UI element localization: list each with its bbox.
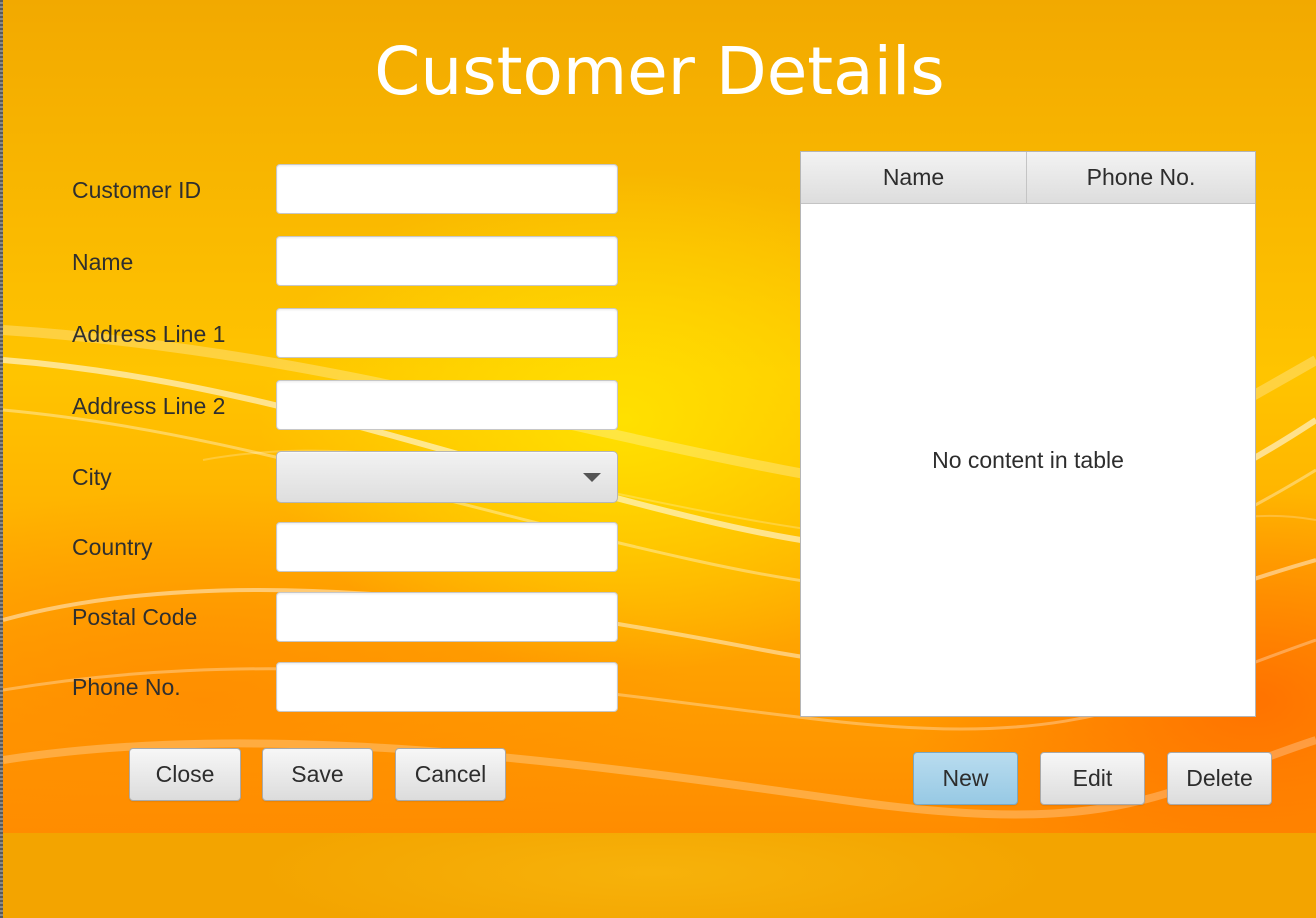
name-field[interactable] <box>276 236 618 286</box>
customer-id-label: Customer ID <box>72 177 202 203</box>
chevron-down-icon[interactable] <box>583 473 601 482</box>
column-header-name[interactable]: Name <box>801 152 1027 203</box>
customer-id-field[interactable] <box>276 164 618 214</box>
address-line-1-label: Address Line 1 <box>72 321 226 347</box>
name-label: Name <box>72 249 134 275</box>
page-title: Customer Details <box>374 33 945 110</box>
city-label: City <box>72 464 112 490</box>
address-line-2-field[interactable] <box>276 380 618 430</box>
postal-code-label: Postal Code <box>72 604 198 630</box>
country-field[interactable] <box>276 522 618 572</box>
edit-button[interactable]: Edit <box>1040 752 1145 805</box>
customer-details-window: Customer Details Customer ID Name Addres… <box>0 0 1316 918</box>
window-left-edge <box>0 0 3 918</box>
customer-table[interactable]: Name Phone No. No content in table <box>800 151 1256 717</box>
address-line-1-field[interactable] <box>276 308 618 358</box>
postal-code-field[interactable] <box>276 592 618 642</box>
cancel-button[interactable]: Cancel <box>395 748 506 801</box>
city-combobox[interactable] <box>276 451 618 503</box>
country-label: Country <box>72 534 153 560</box>
delete-button[interactable]: Delete <box>1167 752 1272 805</box>
save-button[interactable]: Save <box>262 748 373 801</box>
close-button[interactable]: Close <box>129 748 241 801</box>
footer-band <box>3 833 1316 918</box>
phone-no-label: Phone No. <box>72 674 181 700</box>
table-header: Name Phone No. <box>801 152 1255 204</box>
table-empty-placeholder: No content in table <box>932 447 1124 473</box>
phone-no-field[interactable] <box>276 662 618 712</box>
new-button[interactable]: New <box>913 752 1018 805</box>
address-line-2-label: Address Line 2 <box>72 393 226 419</box>
column-header-phone-no[interactable]: Phone No. <box>1027 152 1255 203</box>
